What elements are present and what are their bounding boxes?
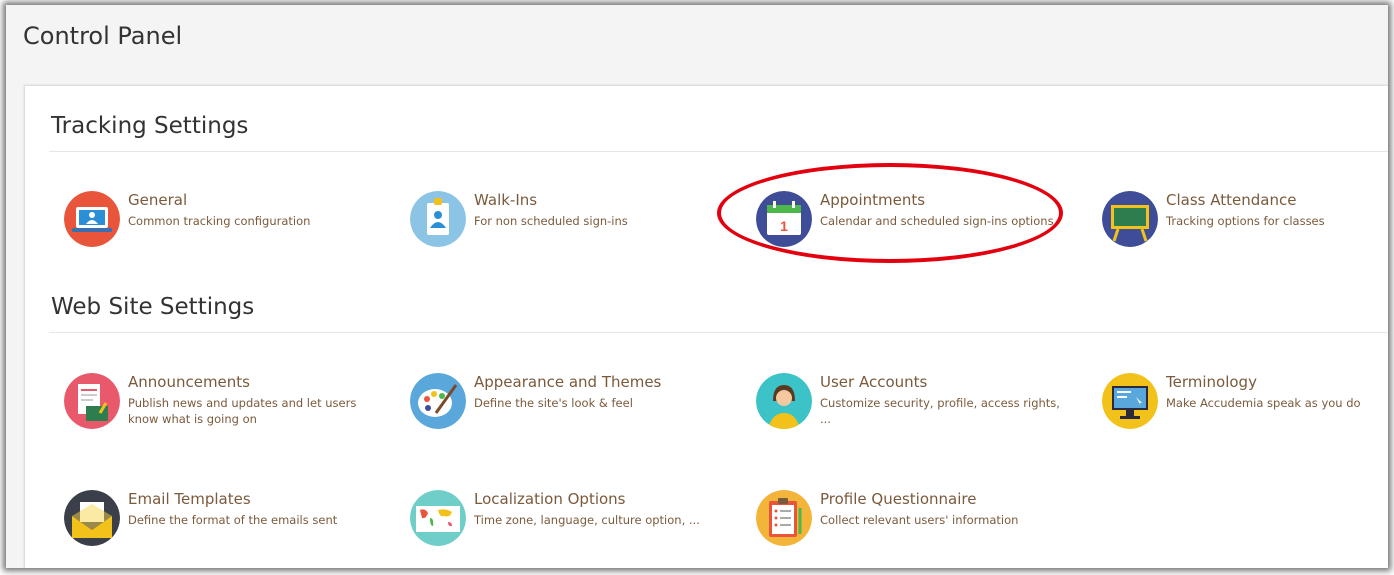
tile-title: Class Attendance — [1166, 191, 1297, 209]
page-title: Control Panel — [23, 22, 183, 50]
announcement-icon — [64, 373, 120, 429]
calendar-icon: 1 — [756, 191, 812, 247]
clipboard-icon — [756, 490, 812, 546]
user-avatar-icon — [756, 373, 812, 429]
tile-title: Terminology — [1166, 373, 1257, 391]
tile-title: Profile Questionnaire — [820, 490, 977, 508]
tile-description: Publish news and updates and let users k… — [128, 396, 357, 426]
chalkboard-icon — [1102, 191, 1158, 247]
tile-localization-options[interactable]: Localization Options Time zone, language… — [410, 490, 750, 560]
control-panel-window: Control Panel Tracking Settings General … — [6, 5, 1388, 568]
tile-terminology[interactable]: Terminology Make Accudemia speak as you … — [1102, 373, 1388, 443]
tile-title: User Accounts — [820, 373, 928, 391]
tile-description: Tracking options for classes — [1166, 214, 1325, 228]
tile-general[interactable]: General Common tracking configuration — [64, 191, 404, 261]
tile-title: Appearance and Themes — [474, 373, 662, 391]
section-title-tracking: Tracking Settings — [51, 113, 249, 139]
tile-title: Appointments — [820, 191, 926, 209]
envelope-icon — [64, 490, 120, 546]
tile-title: Email Templates — [128, 490, 251, 508]
section-title-web-site: Web Site Settings — [51, 294, 255, 320]
tile-description: Define the format of the emails sent — [128, 513, 338, 527]
tile-description: Calendar and scheduled sign-ins options — [820, 214, 1054, 228]
tile-email-templates[interactable]: Email Templates Define the format of the… — [64, 490, 404, 560]
tile-announcements[interactable]: Announcements Publish news and updates a… — [64, 373, 404, 443]
laptop-user-icon — [64, 191, 120, 247]
tile-title: Localization Options — [474, 490, 626, 508]
tile-description: Time zone, language, culture option, ... — [474, 513, 700, 527]
tile-class-attendance[interactable]: Class Attendance Tracking options for cl… — [1102, 191, 1388, 261]
monitor-icon — [1102, 373, 1158, 429]
section-divider — [49, 332, 1388, 333]
tile-appointments[interactable]: 1 Appointments Calendar and scheduled si… — [756, 191, 1096, 261]
tile-profile-questionnaire[interactable]: Profile Questionnaire Collect relevant u… — [756, 490, 1096, 560]
tile-description: Make Accudemia speak as you do — [1166, 396, 1361, 410]
tile-title: General — [128, 191, 188, 209]
world-map-icon — [410, 490, 466, 546]
tile-description: Collect relevant users' information — [820, 513, 1019, 527]
paint-palette-icon — [410, 373, 466, 429]
svg-text:1: 1 — [780, 218, 788, 234]
tile-appearance-and-themes[interactable]: Appearance and Themes Define the site's … — [410, 373, 750, 443]
tile-description: For non scheduled sign-ins — [474, 214, 628, 228]
tile-description: Customize security, profile, access righ… — [820, 396, 1060, 426]
tile-description: Common tracking configuration — [128, 214, 311, 228]
tile-user-accounts[interactable]: User Accounts Customize security, profil… — [756, 373, 1096, 443]
tile-description: Define the site's look & feel — [474, 396, 633, 410]
tile-title: Walk-Ins — [474, 191, 538, 209]
section-divider — [49, 151, 1388, 152]
settings-panel: Tracking Settings General Common trackin… — [24, 85, 1388, 568]
tile-title: Announcements — [128, 373, 250, 391]
id-badge-icon — [410, 191, 466, 247]
tile-walk-ins[interactable]: Walk-Ins For non scheduled sign-ins — [410, 191, 750, 261]
